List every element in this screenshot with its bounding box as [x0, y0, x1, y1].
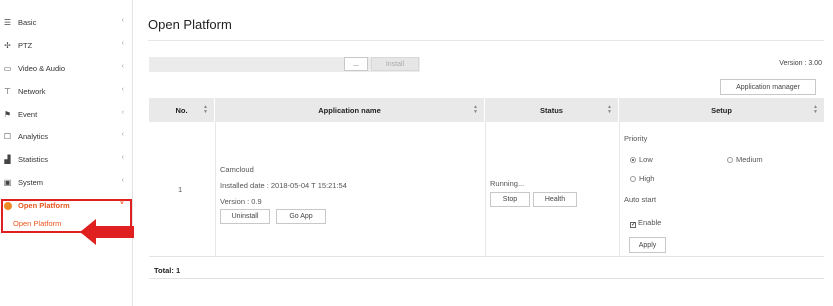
sidebar-item-basic[interactable]: ☰ Basic ‹: [0, 14, 133, 31]
health-button[interactable]: Health: [533, 192, 577, 207]
column-header-application-name[interactable]: Application name ▲ ▼: [215, 98, 485, 122]
table-row: 1 Camcloud Installed date : 2018-05-04 T…: [149, 122, 824, 257]
chevron-left-icon: ‹: [121, 109, 124, 116]
go-app-button[interactable]: Go App: [276, 209, 326, 224]
sidebar-item-label: Video & Audio: [18, 64, 65, 73]
sort-icon: ▲ ▼: [607, 104, 612, 115]
event-icon: ⚑: [3, 110, 12, 119]
network-icon: ⊤: [4, 87, 11, 96]
radio-selected-icon: [630, 157, 636, 163]
chevron-left-icon: ‹: [121, 17, 124, 24]
system-icon: ▣: [3, 178, 12, 187]
list-icon: ☰: [3, 18, 12, 27]
sidebar-item-label: Event: [18, 110, 38, 119]
status-text: Running...: [490, 179, 525, 188]
sidebar-item-ptz[interactable]: ✢ PTZ ‹: [0, 37, 133, 54]
browse-button[interactable]: ...: [344, 57, 368, 71]
sidebar-item-label: Network: [18, 87, 46, 96]
radio-icon: [727, 157, 733, 163]
chevron-left-icon: ‹: [121, 86, 124, 93]
column-header-setup[interactable]: Setup ▲ ▼: [619, 98, 824, 122]
application-manager-button[interactable]: Application manager: [720, 79, 816, 95]
chevron-left-icon: ‹: [121, 177, 124, 184]
priority-label: Priority: [624, 134, 648, 143]
install-button[interactable]: Install: [371, 57, 419, 71]
uninstall-button[interactable]: Uninstall: [220, 209, 270, 224]
column-header-status[interactable]: Status ▲ ▼: [485, 98, 619, 122]
divider: [148, 40, 824, 41]
chevron-down-icon: ˅: [119, 200, 124, 207]
sort-icon: ▲ ▼: [813, 104, 818, 115]
table-header: No. ▲ ▼ Application name ▲ ▼ Status ▲ ▼ Set…: [149, 98, 824, 122]
sidebar-item-statistics[interactable]: ▟ Statistics ‹: [0, 151, 133, 168]
stop-button[interactable]: Stop: [490, 192, 530, 207]
sidebar-item-open-platform[interactable]: Open Platform ˅: [0, 197, 133, 214]
sidebar-item-system[interactable]: ▣ System ‹: [0, 174, 133, 191]
sidebar-subitem-open-platform[interactable]: Open Platform: [13, 219, 61, 228]
divider: [149, 278, 824, 279]
chevron-left-icon: ‹: [121, 63, 124, 70]
sort-icon: ▲ ▼: [473, 104, 478, 115]
platform-version: Version : 3.00: [779, 60, 822, 67]
sidebar-item-video-audio[interactable]: ▭ Video & Audio ‹: [0, 60, 133, 77]
total-count: Total: 1: [154, 266, 181, 275]
video-icon: ▭: [3, 64, 12, 73]
sidebar-item-label: Open Platform: [18, 201, 70, 210]
page-title: Open Platform: [148, 17, 232, 32]
ptz-move-icon: ✢: [4, 41, 11, 50]
apply-button[interactable]: Apply: [629, 237, 666, 253]
sidebar-item-label: Basic: [18, 18, 37, 27]
statistics-icon: ▟: [4, 155, 11, 164]
priority-low-radio[interactable]: Low: [630, 155, 653, 164]
analytics-icon: ☐: [3, 132, 12, 141]
sidebar-item-event[interactable]: ⚑ Event ‹: [0, 106, 133, 123]
sidebar-item-analytics[interactable]: ☐ Analytics ‹: [0, 128, 133, 145]
enable-checkbox[interactable]: ✓ Enable: [630, 218, 661, 228]
sidebar-item-label: PTZ: [18, 41, 33, 50]
sidebar-item-label: System: [18, 178, 44, 187]
auto-start-label: Auto start: [624, 195, 657, 204]
open-platform-icon: [3, 201, 12, 210]
radio-icon: [630, 176, 636, 182]
red-arrow-icon: [80, 219, 134, 245]
chevron-left-icon: ‹: [121, 40, 124, 47]
row-number: 1: [178, 185, 183, 194]
chevron-left-icon: ‹: [121, 154, 124, 161]
sidebar-item-network[interactable]: ⊤ Network ‹: [0, 83, 133, 100]
column-header-no[interactable]: No. ▲ ▼: [149, 98, 215, 122]
sort-icon: ▲ ▼: [203, 104, 208, 115]
app-version: Version : 0.9: [220, 197, 262, 206]
sidebar: ☰ Basic ‹ ✢ PTZ ‹ ▭ Video & Audio ‹ ⊤ Ne…: [0, 0, 133, 306]
installed-date: Installed date : 2018-05-04 T 15:21:54: [220, 181, 347, 190]
priority-high-radio[interactable]: High: [630, 174, 654, 183]
checkbox-checked-icon: ✓: [630, 222, 637, 228]
chevron-left-icon: ‹: [121, 131, 124, 138]
app-name: Camcloud: [220, 165, 254, 174]
sidebar-item-label: Statistics: [18, 155, 49, 164]
priority-medium-radio[interactable]: Medium: [727, 155, 763, 164]
sidebar-item-label: Analytics: [18, 132, 49, 141]
